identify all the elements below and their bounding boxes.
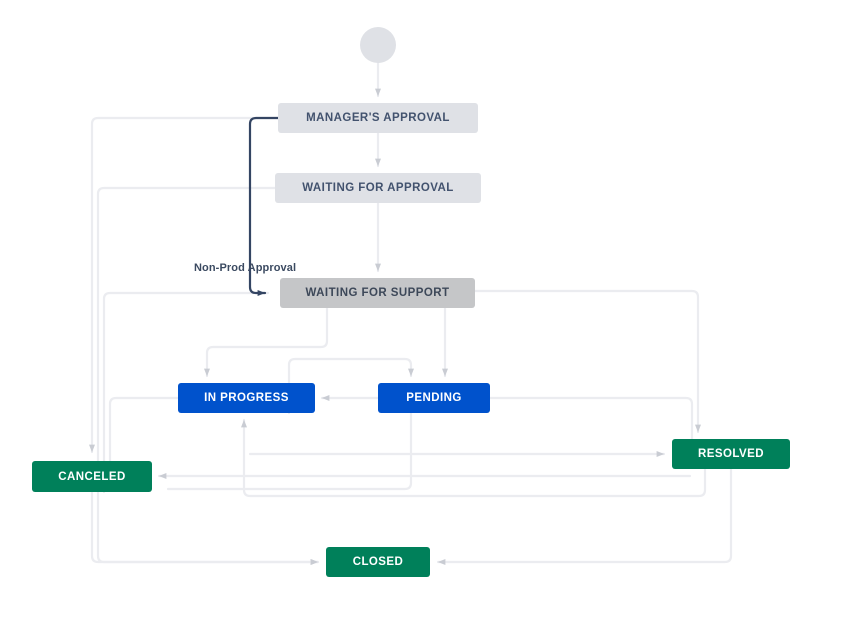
wire-waiting-for-support-to-resolved <box>475 291 698 432</box>
node-label: CANCELED <box>58 471 126 483</box>
node-label: IN PROGRESS <box>204 392 289 404</box>
start-node[interactable] <box>360 27 396 63</box>
edge-label-non-prod-approval: Non-Prod Approval <box>194 262 296 274</box>
wire-in-progress-left-rail <box>110 398 178 470</box>
wire-pending-to-resolved <box>490 398 692 448</box>
node-label: RESOLVED <box>698 448 764 460</box>
node-label: PENDING <box>406 392 462 404</box>
node-label: MANAGER'S APPROVAL <box>306 112 450 124</box>
wire-resolved-to-closed <box>438 469 731 562</box>
node-closed[interactable]: CLOSED <box>326 547 430 577</box>
node-label: CLOSED <box>353 556 404 568</box>
wire-pending-to-canceled <box>168 413 411 489</box>
node-in-progress[interactable]: IN PROGRESS <box>178 383 315 413</box>
wire-waiting-for-support-to-in-progress <box>207 308 327 376</box>
node-canceled[interactable]: CANCELED <box>32 461 152 492</box>
node-waiting-for-support[interactable]: WAITING FOR SUPPORT <box>280 278 475 308</box>
wire-canceled-to-closed <box>92 492 318 562</box>
wire-resolved-to-in-progress <box>244 420 705 496</box>
node-managers-approval[interactable]: MANAGER'S APPROVAL <box>278 103 478 133</box>
wire-closed-to-waiting-for-approval <box>98 188 318 562</box>
node-pending[interactable]: PENDING <box>378 383 490 413</box>
workflow-diagram-canvas: MANAGER'S APPROVAL WAITING FOR APPROVAL … <box>0 0 856 618</box>
node-waiting-for-approval[interactable]: WAITING FOR APPROVAL <box>275 173 481 203</box>
workflow-connectors <box>0 0 856 618</box>
node-resolved[interactable]: RESOLVED <box>672 439 790 469</box>
node-label: WAITING FOR SUPPORT <box>306 287 450 299</box>
node-label: WAITING FOR APPROVAL <box>302 182 453 194</box>
